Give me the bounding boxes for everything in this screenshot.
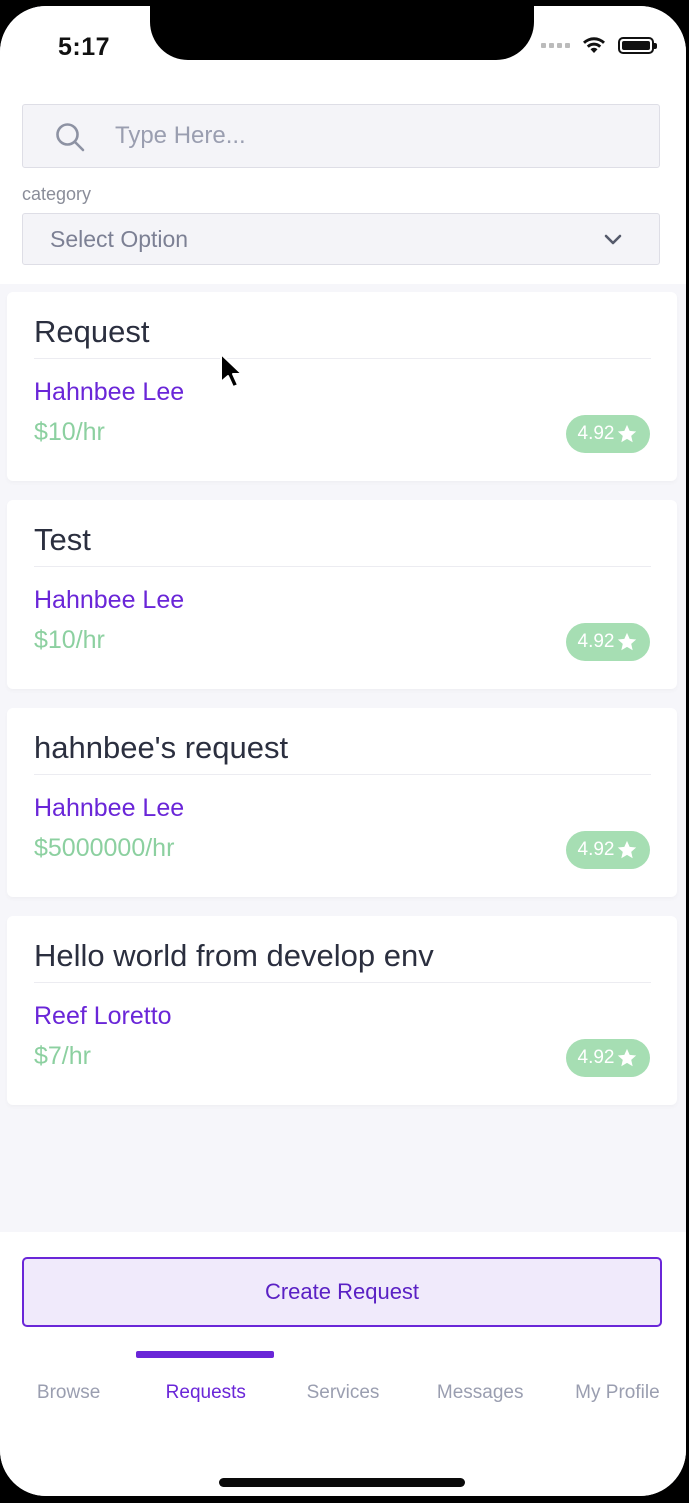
request-list: Request Hahnbee Lee $10/hr 4.92 Test Hah… xyxy=(7,292,677,1124)
request-user-name[interactable]: Hahnbee Lee xyxy=(34,586,184,615)
home-indicator xyxy=(219,1478,465,1487)
wifi-icon xyxy=(583,37,605,53)
tab-my-profile[interactable]: My Profile xyxy=(549,1382,686,1404)
rating-badge: 4.92 xyxy=(566,1039,650,1077)
request-title: hahnbee's request xyxy=(34,730,289,765)
request-user-name[interactable]: Hahnbee Lee xyxy=(34,378,184,407)
rating-value: 4.92 xyxy=(577,839,615,860)
card-divider xyxy=(34,982,651,983)
rating-badge: 4.92 xyxy=(566,415,650,453)
rating-badge: 4.92 xyxy=(566,831,650,869)
request-rate: $7/hr xyxy=(34,1042,91,1070)
filter-panel: category Select Option xyxy=(0,96,686,284)
card-divider xyxy=(34,358,651,359)
star-icon xyxy=(618,840,637,859)
create-request-button[interactable]: Create Request xyxy=(22,1257,662,1327)
cellular-signal-icon xyxy=(541,42,570,48)
tab-requests[interactable]: Requests xyxy=(137,1382,274,1404)
rating-value: 4.92 xyxy=(577,631,615,652)
status-time: 5:17 xyxy=(58,33,111,61)
status-icons xyxy=(541,36,657,54)
chevron-down-icon xyxy=(604,234,622,245)
tab-messages[interactable]: Messages xyxy=(412,1382,549,1404)
card-divider xyxy=(34,566,651,567)
search-icon xyxy=(56,123,85,152)
card-divider xyxy=(34,774,651,775)
battery-icon xyxy=(618,36,657,54)
status-bar: 5:17 xyxy=(0,6,686,96)
rating-badge: 4.92 xyxy=(566,623,650,661)
bottom-bar: Create Request Browse Requests Services … xyxy=(0,1232,686,1496)
search-input[interactable] xyxy=(115,105,635,167)
category-select[interactable]: Select Option xyxy=(22,213,660,265)
rating-value: 4.92 xyxy=(577,423,615,444)
tab-browse[interactable]: Browse xyxy=(0,1382,137,1404)
request-title: Hello world from develop env xyxy=(34,938,434,973)
mouse-cursor-icon xyxy=(220,353,243,388)
request-user-name[interactable]: Hahnbee Lee xyxy=(34,794,184,823)
request-user-name[interactable]: Reef Loretto xyxy=(34,1002,172,1031)
rating-value: 4.92 xyxy=(577,1047,615,1068)
request-card[interactable]: Test Hahnbee Lee $10/hr 4.92 xyxy=(7,500,677,689)
notch xyxy=(150,6,534,60)
request-rate: $5000000/hr xyxy=(34,834,175,862)
request-title: Test xyxy=(34,522,91,557)
request-card[interactable]: Hello world from develop env Reef Lorett… xyxy=(7,916,677,1105)
active-tab-indicator xyxy=(136,1351,274,1358)
phone-screen: 5:17 category Select Option xyxy=(0,6,686,1496)
request-card[interactable]: hahnbee's request Hahnbee Lee $5000000/h… xyxy=(7,708,677,897)
star-icon xyxy=(618,1048,637,1067)
category-select-value: Select Option xyxy=(50,226,189,252)
tab-bar: Browse Requests Services Messages My Pro… xyxy=(0,1382,686,1404)
request-rate: $10/hr xyxy=(34,626,105,654)
category-label: category xyxy=(22,184,92,204)
request-card[interactable]: Request Hahnbee Lee $10/hr 4.92 xyxy=(7,292,677,481)
request-rate: $10/hr xyxy=(34,418,105,446)
star-icon xyxy=(618,424,637,443)
search-bar[interactable] xyxy=(22,104,660,168)
request-title: Request xyxy=(34,314,150,349)
star-icon xyxy=(618,632,637,651)
tab-services[interactable]: Services xyxy=(274,1382,411,1404)
